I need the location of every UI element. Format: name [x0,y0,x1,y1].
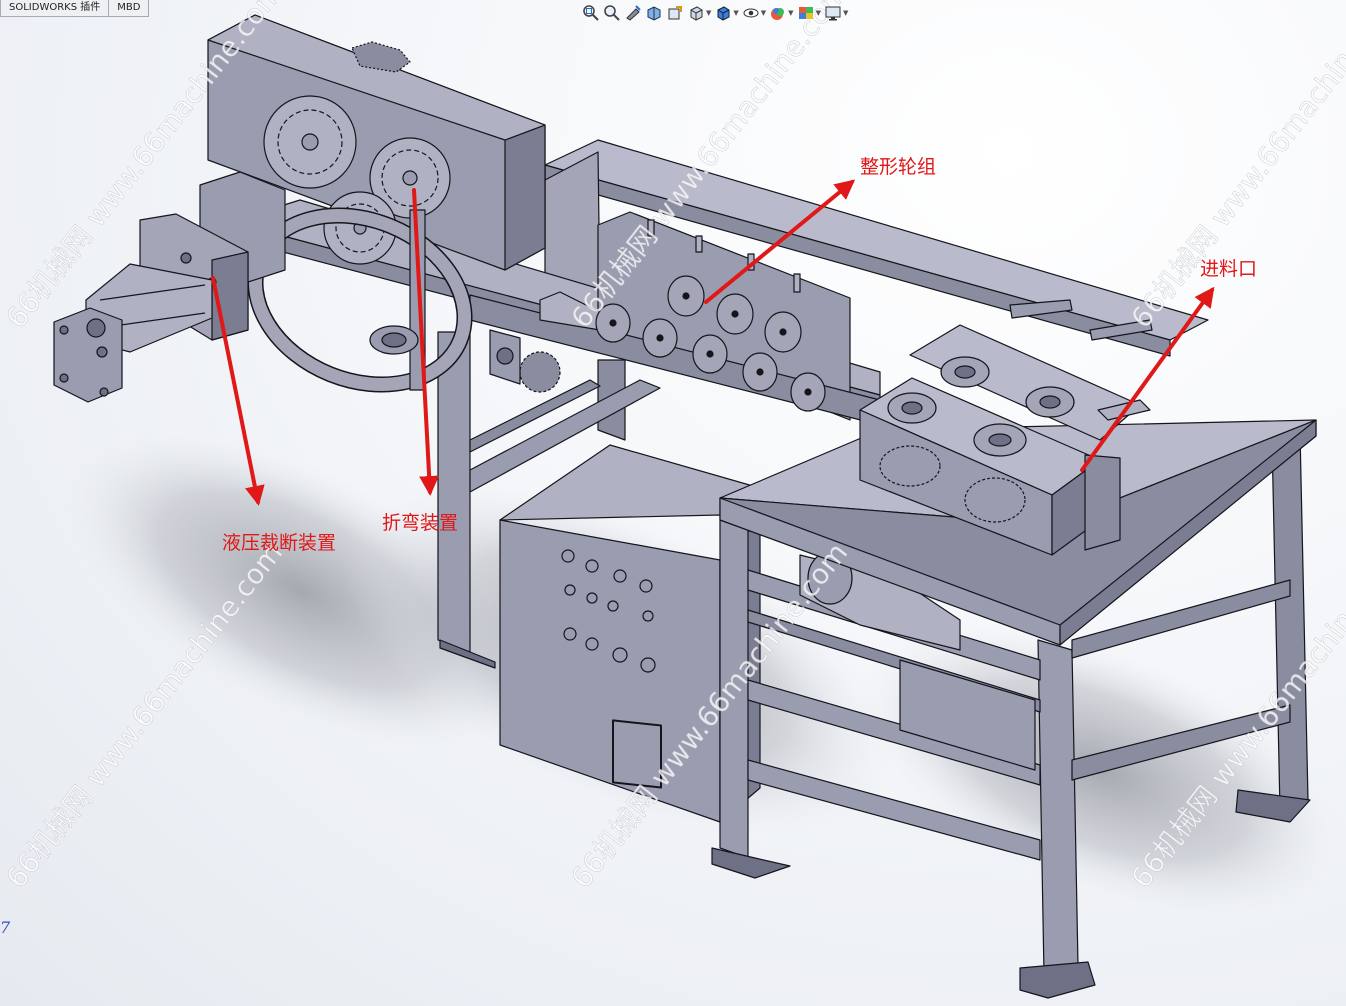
zoom-to-fit-button[interactable] [582,3,600,23]
coordinate-triad-icon: 7 [0,918,11,937]
command-manager-tabs: SOLIDWORKS 插件 MBD [0,0,150,17]
cad-model-render: 66机械网 www.66machine.com 66机械网 www.66mach… [0,0,1346,999]
view-settings-button[interactable]: ▼ [824,3,848,23]
section-view-icon [647,6,661,21]
chevron-down-icon: ▼ [706,9,712,17]
previous-view-icon [626,5,641,21]
zoom-to-area-icon [604,5,620,21]
chevron-down-icon: ▼ [760,9,767,17]
dynamic-annotation-icon [668,6,682,20]
label-feed-inlet: 进料口 [1200,258,1258,280]
view-orientation-button[interactable]: ▼ [687,3,711,23]
display-style-button[interactable]: ▼ [714,3,739,23]
chevron-down-icon: ▼ [815,9,821,17]
tab-mbd[interactable]: MBD [108,0,150,17]
view-settings-icon [825,6,841,21]
chevron-down-icon: ▼ [788,9,794,17]
chevron-down-icon: ▼ [733,9,739,17]
hide-show-items-icon [743,8,759,18]
apply-scene-icon [798,7,813,19]
display-style-icon [717,6,730,21]
apply-scene-button[interactable]: ▼ [797,3,821,23]
chevron-down-icon: ▼ [842,9,849,17]
dynamic-annotation-button[interactable] [666,3,684,23]
label-hydraulic-cutting-device: 液压裁断装置 [222,532,337,554]
view-orientation-icon [690,6,703,21]
watermark-text: 66机械网 www.66machine.com [1125,0,1346,334]
previous-view-button[interactable] [624,3,642,23]
zoom-to-fit-icon [583,5,599,21]
hide-show-items-button[interactable]: ▼ [742,3,766,23]
graphics-area[interactable]: SOLIDWORKS 插件 MBD ▼ ▼ ▼ ▼ ▼ ▼ 66机械网 www.… [0,0,1346,1006]
section-view-button[interactable] [645,3,663,23]
heads-up-view-toolbar: ▼ ▼ ▼ ▼ ▼ ▼ [582,2,851,24]
zoom-to-area-button[interactable] [603,3,621,23]
label-bending-device: 折弯装置 [382,512,459,534]
edit-appearance-button[interactable]: ▼ [769,3,794,23]
label-straightening-roller-group: 整形轮组 [860,156,937,178]
edit-appearance-icon [771,8,785,20]
tab-solidworks-addins[interactable]: SOLIDWORKS 插件 [0,0,110,17]
